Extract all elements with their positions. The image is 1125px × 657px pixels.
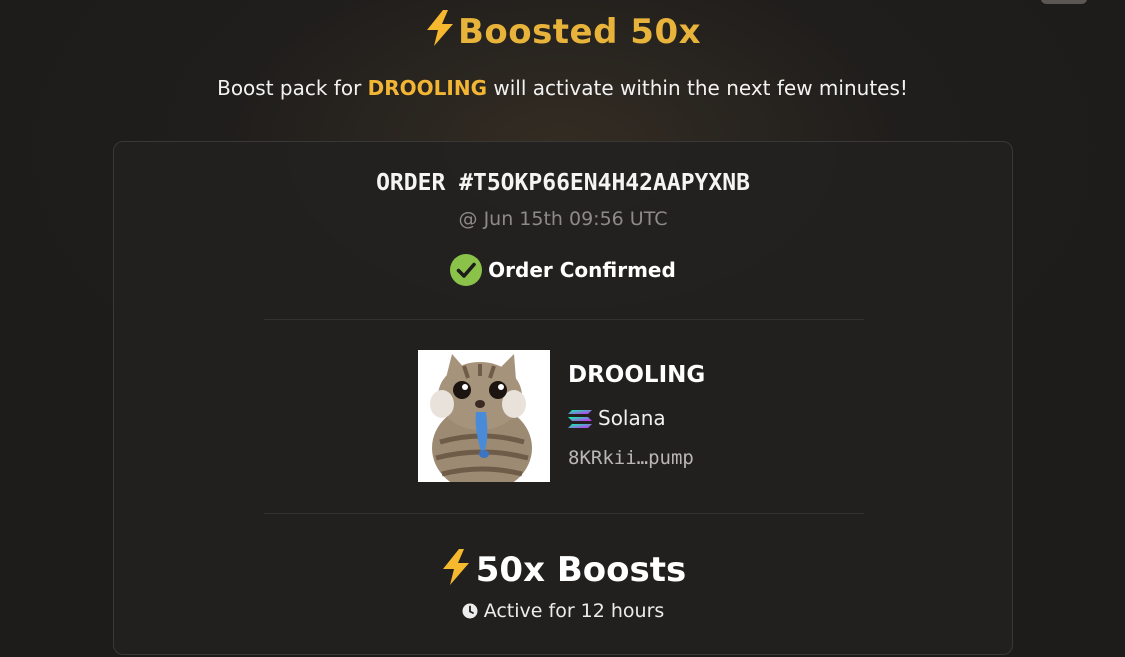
order-status-text: Order Confirmed — [488, 258, 676, 282]
boost-duration-text: Active for 12 hours — [483, 600, 665, 622]
token-name: DROOLING — [568, 362, 706, 388]
divider — [264, 319, 864, 320]
token-chain-label: Solana — [598, 406, 666, 430]
divider — [264, 513, 864, 514]
clock-icon — [462, 602, 478, 624]
corner-tab[interactable] — [1041, 0, 1087, 4]
boost-confirmation-page: Boosted 50x Boost pack for DROOLING will… — [0, 0, 1125, 657]
order-id: ORDER #T5OKP66EN4H42AAPYXNB — [376, 170, 750, 196]
title-text: Boosted 50x — [457, 12, 702, 52]
lightning-icon — [424, 10, 456, 55]
boost-amount-text: 50x Boosts — [475, 550, 687, 590]
order-timestamp: @ Jun 15th 09:56 UTC — [458, 208, 668, 230]
activation-message: Boost pack for DROOLING will activate wi… — [0, 76, 1125, 100]
boost-duration: Active for 12 hours — [114, 600, 1012, 624]
lightning-icon — [440, 549, 472, 594]
subtitle-suffix: will activate within the next few minute… — [487, 76, 908, 100]
token-avatar — [418, 350, 550, 482]
token-summary: DROOLING Solana 8KRkii…pump — [418, 350, 718, 482]
page-title: Boosted 50x — [0, 10, 1125, 55]
solana-icon — [568, 409, 592, 433]
token-chain: Solana — [568, 406, 666, 433]
boost-amount: 50x Boosts — [114, 549, 1012, 594]
order-card: ORDER #T5OKP66EN4H42AAPYXNB @ Jun 15th 0… — [113, 141, 1013, 655]
token-address[interactable]: 8KRkii…pump — [568, 447, 694, 469]
subtitle-token-name: DROOLING — [367, 76, 488, 100]
order-status: Order Confirmed — [114, 254, 1012, 291]
subtitle-prefix: Boost pack for — [217, 76, 368, 100]
check-circle-icon — [450, 254, 483, 291]
